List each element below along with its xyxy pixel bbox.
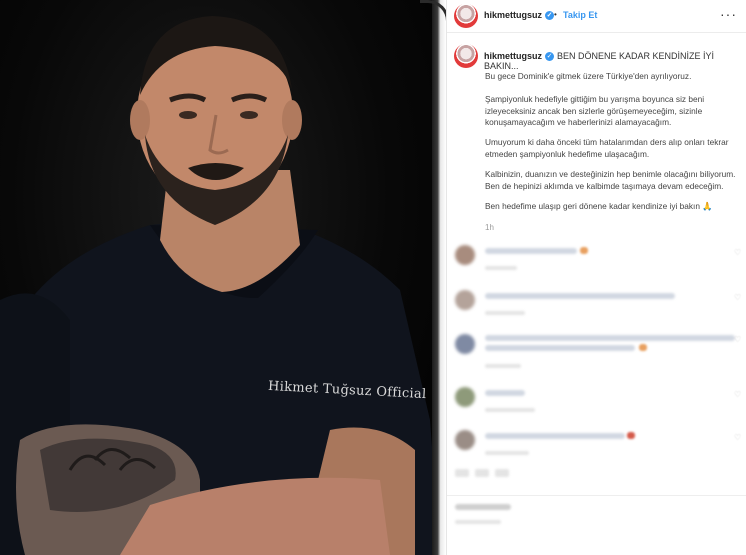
comment-meta-blurred	[485, 408, 535, 412]
comment-emoji	[639, 344, 647, 351]
verified-badge-icon: ✓	[545, 52, 555, 62]
comment-avatar[interactable]	[455, 290, 475, 310]
caption-avatar[interactable]	[454, 44, 478, 68]
action-icon-blurred[interactable]	[475, 469, 489, 477]
action-icon-blurred[interactable]	[455, 469, 469, 477]
profile-avatar[interactable]	[454, 4, 478, 28]
person-figure	[0, 16, 440, 555]
comment-avatar[interactable]	[455, 245, 475, 265]
post-header: hikmettugsuz ✓ • Takip Et ···	[447, 0, 746, 33]
comment-row[interactable]: ♡	[447, 242, 746, 284]
screenshot: Hikmet Tuğsuz Official hikmettugsuz ✓ • T…	[0, 0, 746, 555]
caption-paragraph: Kalbinizin, duanızın ve desteğinizin hep…	[485, 169, 736, 191]
comment-text-blurred	[485, 345, 635, 351]
phone-frame-edge	[432, 0, 446, 555]
comment-row[interactable]: ♡	[447, 287, 746, 329]
divider	[447, 495, 746, 496]
comment-text-blurred	[485, 293, 675, 299]
date-text-blurred	[455, 520, 501, 524]
follow-button[interactable]: Takip Et	[563, 10, 597, 20]
comment-avatar[interactable]	[455, 334, 475, 354]
heart-icon[interactable]: ♡	[734, 335, 741, 344]
comment-row[interactable]: ♡	[447, 331, 746, 373]
comment-meta-blurred	[485, 364, 521, 368]
caption-paragraph: Bu gece Dominik'e gitmek üzere Türkiye'd…	[485, 71, 692, 81]
caption-paragraph: Umuyorum ki daha önceki tüm hatalarımdan…	[485, 137, 729, 159]
header-separator: •	[554, 10, 557, 19]
likes-area-blurred	[447, 500, 746, 542]
post-image[interactable]: Hikmet Tuğsuz Official	[0, 0, 446, 555]
caption-header: hikmettugsuz ✓ BEN DÖNENE KADAR KENDİNİZE …	[484, 51, 740, 71]
caption-username[interactable]: hikmettugsuz	[484, 51, 542, 61]
action-icon-blurred[interactable]	[495, 469, 509, 477]
comment-text-blurred	[485, 248, 577, 254]
post-side-panel: hikmettugsuz ✓ • Takip Et ··· hikmettugsu…	[446, 0, 746, 555]
verified-badge-icon: ✓	[545, 11, 555, 21]
caption-paragraph: Ben hedefime ulaşıp geri dönene kadar ke…	[485, 201, 713, 211]
post-time[interactable]: 1h	[485, 223, 494, 232]
comment-avatar[interactable]	[455, 430, 475, 450]
caption-paragraph: Şampiyonluk hedefiyle gittiğim bu yarışm…	[485, 94, 705, 127]
header-username[interactable]: hikmettugsuz	[484, 10, 542, 20]
heart-icon[interactable]: ♡	[734, 390, 741, 399]
comment-meta-blurred	[485, 451, 529, 455]
comment-text-blurred	[485, 335, 735, 341]
comment-meta-blurred	[485, 311, 525, 315]
likes-text-blurred	[455, 504, 511, 510]
comment-row[interactable]: ♡	[447, 427, 746, 469]
heart-icon[interactable]: ♡	[734, 293, 741, 302]
comment-meta-blurred	[485, 266, 517, 270]
header-username-wrap[interactable]: hikmettugsuz ✓	[484, 10, 555, 21]
heart-icon[interactable]: ♡	[734, 433, 741, 442]
comment-emoji	[580, 247, 588, 254]
comment-text-blurred	[485, 390, 525, 396]
comment-emoji	[627, 432, 635, 439]
comment-avatar[interactable]	[455, 387, 475, 407]
heart-icon[interactable]: ♡	[734, 248, 741, 257]
more-options-icon[interactable]: ···	[720, 6, 737, 22]
comment-text-blurred	[485, 433, 625, 439]
comment-row[interactable]: ♡	[447, 384, 746, 426]
